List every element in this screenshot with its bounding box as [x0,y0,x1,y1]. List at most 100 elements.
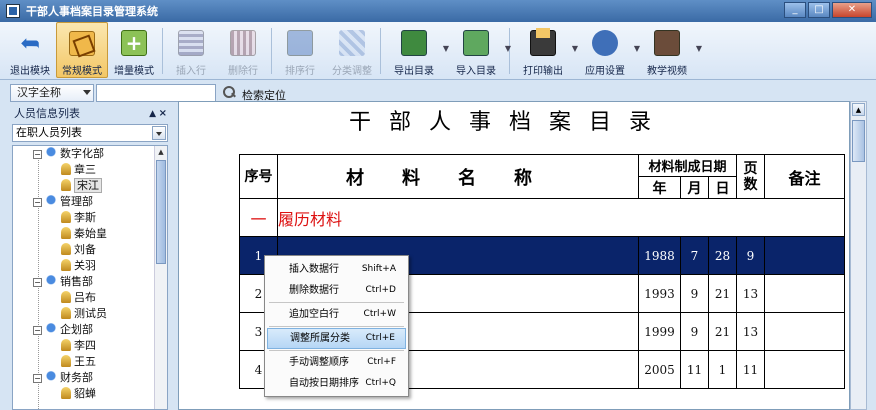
person-icon [61,211,71,223]
search-input[interactable] [96,84,216,102]
menu-separator [269,350,404,351]
tree-scrollbar[interactable]: ▲ [154,146,167,409]
import-icon [463,30,489,56]
header-date: 材料制成日期 [638,154,737,177]
chevron-down-icon: ▼ [504,44,511,53]
collapse-icon[interactable]: − [33,150,42,159]
header-pages: 页数 [736,154,765,199]
person-icon [61,179,71,191]
menu-item-sort-by-date[interactable]: 自动按日期排序 Ctrl+Q [267,373,406,394]
personnel-tree: − 数字化部 章三 宋江 − 管理部 李斯 秦始皇 刘备 关羽 − 销售部 吕布 测试 [12,145,168,410]
tree-dept-node[interactable]: − 管理部 [33,194,93,210]
document-scrollbar[interactable]: ▲ [850,101,867,410]
category-number: 一 [239,198,278,237]
tree-dept-node[interactable]: − 数字化部 [33,146,104,162]
collapse-icon[interactable]: − [33,374,42,383]
chevron-down-icon [83,90,91,95]
insert-row-icon [178,30,204,56]
menu-separator [269,326,404,327]
collapse-icon[interactable]: − [33,326,42,335]
tree-dept-node[interactable]: − 企划部 [33,322,93,338]
toolbar-divider [162,28,163,74]
department-icon [45,275,57,287]
toolbar: 退出模块 常规模式 增量模式 插入行 删除行 排序行 分类调整 导出目录 ▼ 导… [0,22,876,80]
person-icon [61,259,71,271]
export-icon [401,30,427,56]
tree-person-node[interactable]: 测试员 [61,306,107,322]
category-name: 履历材料 [277,198,845,237]
delete-row-button[interactable]: 删除行 [217,22,269,78]
context-menu: 插入数据行 Shift+A 删除数据行 Ctrl+D 追加空白行 Ctrl+W … [264,255,409,397]
tree-person-node[interactable]: 关羽 [61,258,96,274]
header-month: 月 [680,176,709,199]
tree-person-node[interactable]: 秦始皇 [61,226,107,242]
normal-mode-button[interactable]: 常规模式 [56,22,108,78]
app-icon [6,4,20,18]
pin-icon[interactable]: ▲ [149,106,156,122]
classify-button[interactable]: 分类调整 [326,22,378,78]
close-icon[interactable]: × [159,106,167,122]
menu-item-manual-order[interactable]: 手动调整顺序 Ctrl+F [267,352,406,373]
person-icon [61,163,71,175]
person-icon [61,307,71,319]
delete-row-icon [230,30,256,56]
minimize-button[interactable]: _ [784,2,806,18]
tree-dept-node[interactable]: − 销售部 [33,274,93,290]
scroll-thumb[interactable] [156,160,166,264]
scroll-up-icon[interactable]: ▲ [156,147,166,157]
header-day: 日 [708,176,737,199]
back-icon [17,30,43,56]
tutorial-video-button[interactable]: 教学视频 ▼ [636,22,702,78]
tree-dept-node[interactable]: − 财务部 [33,370,93,386]
menu-item-insert-row[interactable]: 插入数据行 Shift+A [267,259,406,280]
menu-item-append-blank-row[interactable]: 追加空白行 Ctrl+W [267,304,406,325]
export-catalog-button[interactable]: 导出目录 ▼ [383,22,449,78]
toolbar-divider [271,28,272,74]
tree-person-node[interactable]: 刘备 [61,242,96,258]
print-output-button[interactable]: 打印输出 ▼ [512,22,578,78]
sort-row-icon [287,30,313,56]
scroll-up-icon[interactable]: ▲ [852,103,865,116]
tree-person-node[interactable]: 貂蝉 [61,386,96,402]
department-icon [45,323,57,335]
header-seq: 序号 [239,154,278,199]
collapse-icon[interactable]: − [33,278,42,287]
chevron-down-icon [152,126,166,140]
header-name: 材料名称 [277,154,639,199]
video-icon [654,30,680,56]
menu-item-delete-row[interactable]: 删除数据行 Ctrl+D [267,280,406,301]
search-mode-select[interactable]: 汉字全称 [10,84,94,102]
tree-person-node[interactable]: 李斯 [61,210,96,226]
person-icon [61,387,71,399]
scroll-thumb[interactable] [852,120,865,162]
personnel-list-select[interactable]: 在职人员列表 [12,124,168,142]
menu-separator [269,302,404,303]
tree-person-node[interactable]: 吕布 [61,290,96,306]
department-icon [45,147,57,159]
collapse-icon[interactable]: − [33,198,42,207]
add-mode-button[interactable]: 增量模式 [108,22,160,78]
close-button[interactable]: ✕ [832,2,872,18]
search-icon[interactable] [222,85,236,99]
tree-person-node[interactable]: 王五 [61,354,96,370]
settings-icon [592,30,618,56]
header-year: 年 [638,176,681,199]
maximize-button[interactable]: □ [808,2,830,18]
exit-module-button[interactable]: 退出模块 [4,22,56,78]
window-controls: _ □ ✕ [784,2,872,18]
department-icon [45,371,57,383]
title-bar: 干部人事档案目录管理系统 _ □ ✕ [0,0,876,22]
add-mode-icon [121,30,147,56]
menu-item-adjust-category[interactable]: 调整所属分类 Ctrl+E [267,328,406,349]
insert-row-button[interactable]: 插入行 [165,22,217,78]
normal-mode-icon [69,31,95,56]
person-icon [61,227,71,239]
sort-row-button[interactable]: 排序行 [274,22,326,78]
tree-person-node[interactable]: 章三 [61,162,96,178]
tree-person-node[interactable]: 宋江 [61,178,102,194]
import-catalog-button[interactable]: 导入目录 ▼ [445,22,511,78]
person-icon [61,355,71,367]
tree-person-node[interactable]: 李四 [61,338,96,354]
category-row[interactable]: 一 履历材料 [239,198,845,237]
app-settings-button[interactable]: 应用设置 ▼ [574,22,640,78]
